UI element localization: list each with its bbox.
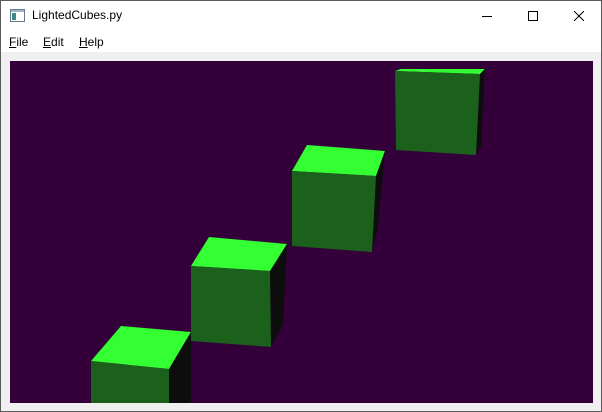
cube [292, 145, 385, 252]
menu-edit-mnemonic: E [43, 35, 52, 49]
maximize-button[interactable] [510, 1, 556, 31]
menu-edit[interactable]: Edit [43, 35, 64, 49]
opengl-viewport[interactable] [10, 61, 593, 403]
cube [395, 69, 485, 155]
cube-front-face [292, 171, 376, 252]
menu-file[interactable]: File [9, 35, 28, 49]
menu-bar: File Edit Help [1, 31, 601, 52]
cube-scene [10, 61, 593, 403]
cube [191, 237, 287, 347]
close-icon [574, 11, 584, 21]
application-window: LightedCubes.py File Edit Help [0, 0, 602, 412]
menu-help-mnemonic: H [79, 35, 88, 49]
minimize-icon [482, 16, 492, 17]
maximize-icon [528, 11, 538, 21]
menu-edit-label: dit [51, 35, 64, 49]
close-button[interactable] [556, 1, 601, 31]
menu-help[interactable]: Help [79, 35, 104, 49]
menu-file-label: ile [16, 35, 29, 49]
title-bar[interactable]: LightedCubes.py [1, 1, 601, 31]
cube-front-face [395, 71, 480, 155]
menu-help-label: elp [87, 35, 104, 49]
cube-front-face [191, 266, 271, 347]
client-area [1, 52, 601, 411]
window-title: LightedCubes.py [32, 8, 123, 22]
window-app-icon[interactable] [10, 9, 25, 22]
minimize-button[interactable] [464, 1, 510, 31]
